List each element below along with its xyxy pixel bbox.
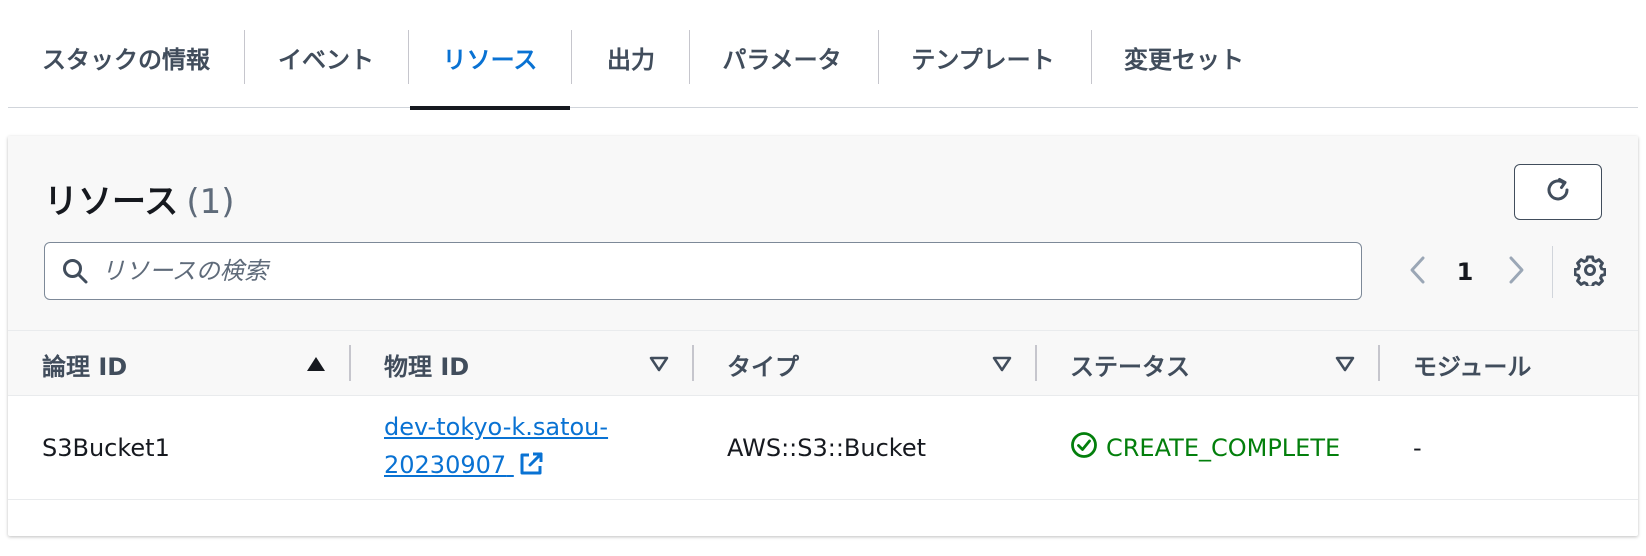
preferences-button[interactable] xyxy=(1568,252,1612,292)
tab-template[interactable]: テンプレート xyxy=(908,30,1058,108)
resources-panel: リソース(1) 1 xyxy=(8,136,1638,536)
sort-icon[interactable] xyxy=(648,353,670,375)
tab-divider xyxy=(244,30,245,84)
column-label: ステータス xyxy=(1070,352,1190,381)
tab-divider xyxy=(1091,30,1092,84)
search-icon xyxy=(57,253,93,289)
cell-logical-id: S3Bucket1 xyxy=(42,434,170,462)
tab-divider xyxy=(878,30,879,84)
column-label: タイプ xyxy=(727,352,799,381)
column-resizer[interactable] xyxy=(1035,345,1037,381)
status-text: CREATE_COMPLETE xyxy=(1106,434,1341,462)
sort-ascending-icon[interactable] xyxy=(305,353,327,375)
tab-label: 出力 xyxy=(607,46,655,74)
status-indicator: CREATE_COMPLETE xyxy=(1070,431,1340,465)
search-field xyxy=(44,242,1362,300)
table-row: S3Bucket1 dev-tokyo-k.satou- 20230907 AW… xyxy=(8,396,1638,500)
tab-resources[interactable]: リソース xyxy=(410,30,570,110)
cell-module: - xyxy=(1413,434,1422,462)
physical-id-link[interactable]: dev-tokyo-k.satou- 20230907 xyxy=(384,408,608,488)
current-page-number[interactable]: 1 xyxy=(1448,252,1482,292)
panel-title-text: リソース xyxy=(44,182,179,222)
cell-type: AWS::S3::Bucket xyxy=(727,434,927,462)
refresh-button[interactable] xyxy=(1514,164,1602,220)
tab-label: スタックの情報 xyxy=(42,46,210,74)
column-label: モジュール xyxy=(1413,352,1532,381)
chevron-right-icon xyxy=(1505,255,1527,289)
column-header-physical-id[interactable]: 物理 ID xyxy=(384,331,664,397)
sort-icon[interactable] xyxy=(991,353,1013,375)
panel-header: リソース(1) 1 xyxy=(8,136,1638,330)
column-resizer[interactable] xyxy=(1378,345,1380,381)
resource-count: (1) xyxy=(186,182,235,222)
tab-label: 変更セット xyxy=(1124,46,1244,74)
sort-icon[interactable] xyxy=(1334,353,1356,375)
tab-divider xyxy=(408,30,409,84)
tab-label: イベント xyxy=(278,46,374,74)
previous-page-button[interactable] xyxy=(1398,252,1438,292)
success-check-icon xyxy=(1070,431,1098,465)
pager-divider xyxy=(1552,246,1553,298)
external-link-icon xyxy=(518,450,544,488)
gear-icon xyxy=(1573,254,1607,290)
tab-stack-info[interactable]: スタックの情報 xyxy=(40,30,212,108)
link-text: dev-tokyo-k.satou- xyxy=(384,413,609,441)
cell-status: CREATE_COMPLETE xyxy=(1070,396,1390,500)
tab-events[interactable]: イベント xyxy=(276,30,376,108)
cell-physical-id: dev-tokyo-k.satou- 20230907 xyxy=(384,396,684,500)
column-resizer[interactable] xyxy=(692,345,694,381)
column-header-module[interactable]: モジュール xyxy=(1413,331,1633,397)
table-header: 論理 ID 物理 ID タイプ ステータス モジュール xyxy=(8,330,1638,396)
tab-change-sets[interactable]: 変更セット xyxy=(1122,30,1246,108)
column-resizer[interactable] xyxy=(349,345,351,381)
column-header-status[interactable]: ステータス xyxy=(1070,331,1350,397)
column-label: 物理 ID xyxy=(384,352,470,381)
tab-bar: スタックの情報 イベント リソース 出力 パラメータ テンプレート 変更セット xyxy=(8,0,1638,110)
tab-divider xyxy=(571,30,572,84)
tab-divider xyxy=(689,30,690,84)
search-input[interactable] xyxy=(93,243,1361,299)
link-text: 20230907 xyxy=(384,451,507,479)
tab-label: テンプレート xyxy=(911,46,1055,74)
column-label: 論理 ID xyxy=(42,352,128,381)
column-header-type[interactable]: タイプ xyxy=(727,331,1007,397)
next-page-button[interactable] xyxy=(1496,252,1536,292)
chevron-left-icon xyxy=(1407,255,1429,289)
tab-label: パラメータ xyxy=(722,46,842,74)
panel-title: リソース (1) xyxy=(44,174,234,223)
tab-outputs[interactable]: 出力 xyxy=(602,30,660,108)
column-header-logical-id[interactable]: 論理 ID xyxy=(42,331,342,397)
tab-label: リソース xyxy=(442,46,538,74)
tab-parameters[interactable]: パラメータ xyxy=(720,30,844,108)
refresh-icon xyxy=(1543,175,1573,209)
